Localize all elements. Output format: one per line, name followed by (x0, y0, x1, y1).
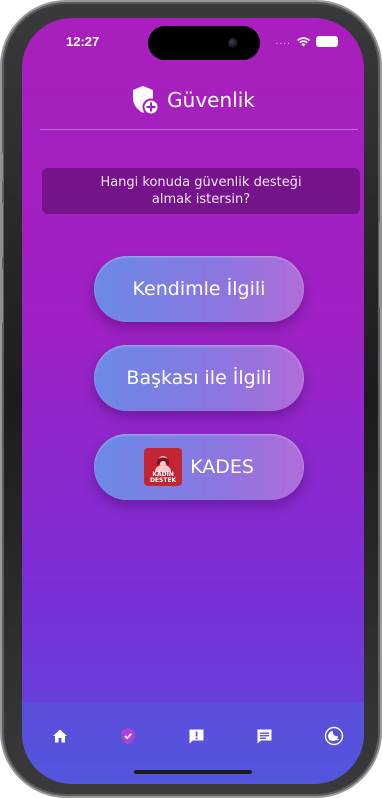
page-header: Güvenlik (22, 80, 364, 120)
kades-label: KADES (190, 456, 254, 478)
tab-report[interactable] (184, 724, 208, 748)
app-screen: 12:27 .... Güvenlik Hangi konuda güvenli… (22, 18, 364, 784)
others-related-label: Başkası ile İlgili (126, 367, 272, 389)
page-title: Güvenlik (167, 88, 255, 112)
question-text: Hangi konuda güvenlik desteği almak iste… (100, 175, 302, 207)
moon-icon (324, 726, 344, 746)
home-indicator (134, 770, 252, 774)
phone-frame: 12:27 .... Güvenlik Hangi konuda güvenli… (0, 2, 382, 796)
status-time: 12:27 (66, 34, 100, 49)
woman-silhouette-icon (155, 456, 172, 472)
home-icon (53, 729, 67, 743)
dynamic-island (148, 26, 260, 60)
alert-icon (189, 729, 203, 743)
header-divider (40, 129, 358, 130)
signal-icon: .... (275, 36, 291, 47)
self-related-button[interactable]: Kendimle İlgili (94, 256, 304, 322)
volume-up-button (0, 202, 3, 258)
question-prompt: Hangi konuda güvenlik desteği almak iste… (42, 168, 360, 214)
tab-messages[interactable] (252, 724, 276, 748)
battery-icon (316, 36, 338, 47)
others-related-button[interactable]: Başkası ile İlgili (94, 345, 304, 411)
tab-profile[interactable] (322, 724, 346, 748)
kades-logo-line-2: DESTEK (149, 477, 177, 484)
kades-logo: KADIN DESTEK (144, 448, 183, 486)
camera-icon (228, 38, 238, 48)
tab-security[interactable] (116, 724, 140, 748)
shield-plus-icon (133, 86, 160, 115)
mute-switch (0, 152, 3, 182)
shield-check-icon (121, 728, 135, 744)
message-icon (257, 729, 271, 743)
wifi-icon (297, 37, 310, 47)
tab-home[interactable] (48, 724, 72, 748)
volume-down-button (0, 268, 3, 324)
status-indicators: .... (276, 36, 338, 47)
self-related-label: Kendimle İlgili (132, 278, 266, 300)
kades-button[interactable]: KADIN DESTEK KADES (94, 434, 304, 500)
